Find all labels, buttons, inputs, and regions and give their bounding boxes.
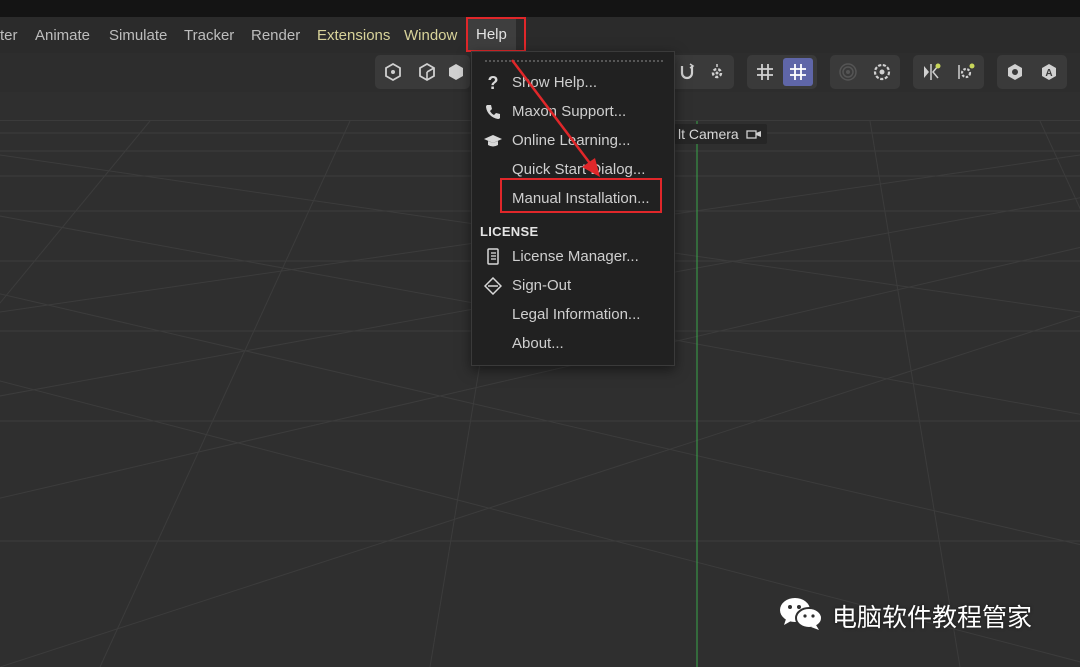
document-icon: [483, 247, 503, 267]
menu-item-label: Maxon Support...: [512, 103, 627, 120]
cube-icon[interactable]: [446, 58, 466, 86]
hex-cube-alt-icon[interactable]: [412, 58, 442, 86]
wechat-icon: [778, 594, 824, 639]
grid-icon[interactable]: [750, 58, 780, 86]
title-strip: [0, 0, 1080, 17]
license-section-header: LICENSE: [480, 224, 539, 239]
settings-icon[interactable]: [867, 58, 897, 86]
menu-item-help[interactable]: Help: [467, 18, 516, 52]
menu-item-simulate[interactable]: Simulate: [109, 25, 167, 47]
menu-item-quick-start[interactable]: Quick Start Dialog...: [472, 155, 676, 184]
toolbar-group-render: [830, 55, 900, 89]
dot-gear-icon[interactable]: [951, 58, 981, 86]
camera-icon: [745, 125, 762, 145]
phone-icon: [483, 102, 503, 122]
menu-item-about[interactable]: About...: [472, 329, 676, 358]
menu-item-label: Legal Information...: [512, 306, 641, 323]
toolbar-group-grid: [747, 55, 817, 89]
question-icon: ?: [483, 73, 503, 93]
svg-text:?: ?: [488, 74, 499, 92]
radial-icon[interactable]: [833, 58, 863, 86]
menu-item-label: Show Help...: [512, 74, 598, 91]
menu-item-label: Sign-Out: [512, 277, 572, 294]
magnet-rotate-icon[interactable]: [672, 58, 702, 86]
graduation-cap-icon: [483, 131, 503, 151]
toolbar-group-mode: [375, 55, 470, 89]
menu-item-sign-out[interactable]: Sign-Out: [472, 271, 676, 300]
menu-item-legal-information[interactable]: Legal Information...: [472, 300, 676, 329]
toolbar-group-snap: [668, 55, 734, 89]
menu-item-maxon-support[interactable]: Maxon Support...: [472, 97, 676, 126]
menu-item-animate[interactable]: Animate: [35, 25, 90, 47]
menu-item-label: License Manager...: [512, 248, 639, 265]
menu-item-label: About...: [512, 335, 564, 352]
menu-item-manual-installation[interactable]: Manual Installation...: [472, 184, 676, 213]
menu-bar: ter Animate Simulate Tracker Render Exte…: [0, 17, 1080, 53]
menu-item-render[interactable]: Render: [251, 25, 300, 47]
menu-item-window[interactable]: Window: [404, 25, 457, 47]
menu-item-license-manager[interactable]: License Manager...: [472, 242, 676, 271]
menu-item-label: Quick Start Dialog...: [512, 161, 646, 178]
menu-item-online-learning[interactable]: Online Learning...: [472, 126, 676, 155]
toolbar-group-view: A: [997, 55, 1067, 89]
camera-selector[interactable]: lt Camera: [674, 124, 767, 144]
toolbar-group-symmetry: [913, 55, 984, 89]
svg-text:A: A: [1045, 68, 1052, 79]
watermark-text: 电脑软件教程管家: [832, 604, 1033, 632]
menu-item-label: Online Learning...: [512, 132, 631, 149]
grid-snap-icon[interactable]: [783, 58, 813, 86]
menu-item-label: Manual Installation...: [512, 190, 650, 207]
menu-item-character[interactable]: ter: [0, 25, 18, 47]
sign-out-icon: [483, 276, 503, 296]
help-menu-dropdown: ? Show Help... Maxon Support... Online L…: [471, 51, 675, 366]
menu-item-show-help[interactable]: ? Show Help...: [472, 68, 676, 97]
watermark: 电脑软件教程管家: [778, 593, 1032, 639]
gear-snap-icon[interactable]: [702, 58, 732, 86]
symmetry-icon[interactable]: [916, 58, 946, 86]
menu-item-extensions[interactable]: Extensions: [317, 25, 390, 47]
eye-icon[interactable]: [1000, 58, 1030, 86]
menu-tear-off-grip[interactable]: [484, 59, 664, 63]
hex-cube-icon[interactable]: [378, 58, 408, 86]
camera-label-text: lt Camera: [678, 126, 739, 142]
menu-item-tracker[interactable]: Tracker: [184, 25, 234, 47]
a-letter-icon[interactable]: A: [1034, 58, 1064, 86]
